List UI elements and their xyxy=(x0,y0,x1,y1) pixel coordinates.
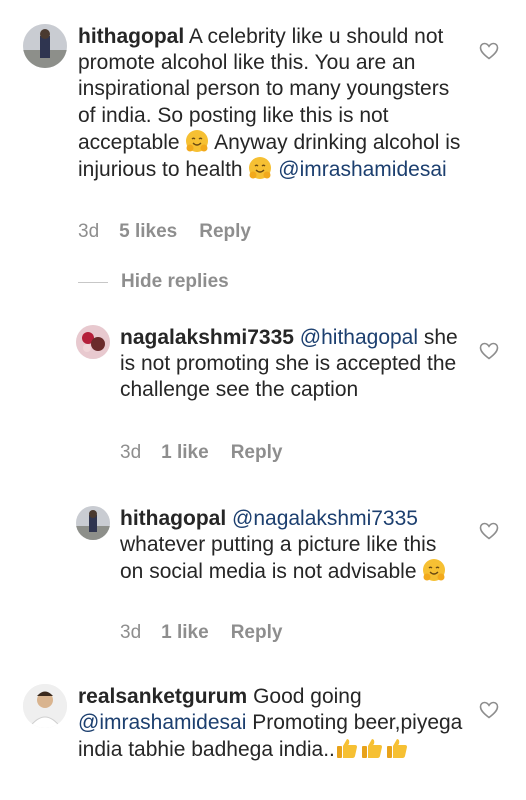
likes-count[interactable]: 5 likes xyxy=(119,221,177,242)
timestamp: 3d xyxy=(120,442,142,463)
comment-body: realsanketgurum Good going @imrashamides… xyxy=(78,684,463,764)
hide-replies-label[interactable]: Hide replies xyxy=(121,271,229,293)
comment-body: hithagopal @nagalakshmi7335 whatever put… xyxy=(120,506,465,586)
comment-text: whatever putting a picture like this on … xyxy=(120,533,437,584)
likes-count[interactable]: 1 like xyxy=(161,442,209,463)
hugging-face-emoji xyxy=(423,559,446,582)
comment-meta: 3d 1 like Reply xyxy=(120,622,304,644)
avatar[interactable] xyxy=(76,506,110,540)
avatar[interactable] xyxy=(23,24,67,68)
username[interactable]: hithagopal xyxy=(78,25,184,48)
comment-meta: 3d 1 like Reply xyxy=(120,442,304,464)
mention-link[interactable]: @hithagopal xyxy=(300,326,418,349)
likes-count[interactable]: 1 like xyxy=(161,622,209,643)
heart-outline-icon[interactable] xyxy=(479,42,499,60)
divider-line xyxy=(78,281,108,283)
comment-meta: 3d 5 likes Reply xyxy=(78,221,273,243)
username[interactable]: realsanketgurum xyxy=(78,685,247,708)
comment-body: hithagopal A celebrity like u should not… xyxy=(78,24,463,183)
mention-link[interactable]: @imrashamidesai xyxy=(78,711,246,734)
username[interactable]: hithagopal xyxy=(120,507,226,530)
heart-outline-icon[interactable] xyxy=(479,522,499,540)
heart-outline-icon[interactable] xyxy=(479,701,499,719)
mention-link[interactable]: @nagalakshmi7335 xyxy=(232,507,418,530)
reply-button[interactable]: Reply xyxy=(199,221,251,242)
hugging-face-emoji xyxy=(249,157,272,180)
comment-body: nagalakshmi7335 @hithagopal she is not p… xyxy=(120,325,465,404)
comment-text: Good going xyxy=(253,685,362,708)
heart-outline-icon[interactable] xyxy=(479,342,499,360)
reply-button[interactable]: Reply xyxy=(231,622,283,643)
hugging-face-emoji xyxy=(186,129,209,152)
avatar[interactable] xyxy=(23,684,67,728)
mention-link[interactable]: @imrashamidesai xyxy=(278,158,446,181)
avatar[interactable] xyxy=(76,325,110,359)
username[interactable]: nagalakshmi7335 xyxy=(120,326,294,349)
thumbs-up-emoji xyxy=(386,739,407,759)
timestamp: 3d xyxy=(120,622,142,643)
thumbs-up-emoji xyxy=(336,739,357,759)
reply-button[interactable]: Reply xyxy=(231,442,283,463)
hide-replies-button[interactable]: Hide replies xyxy=(78,271,229,293)
thumbs-up-emoji xyxy=(361,739,382,759)
timestamp: 3d xyxy=(78,221,100,242)
